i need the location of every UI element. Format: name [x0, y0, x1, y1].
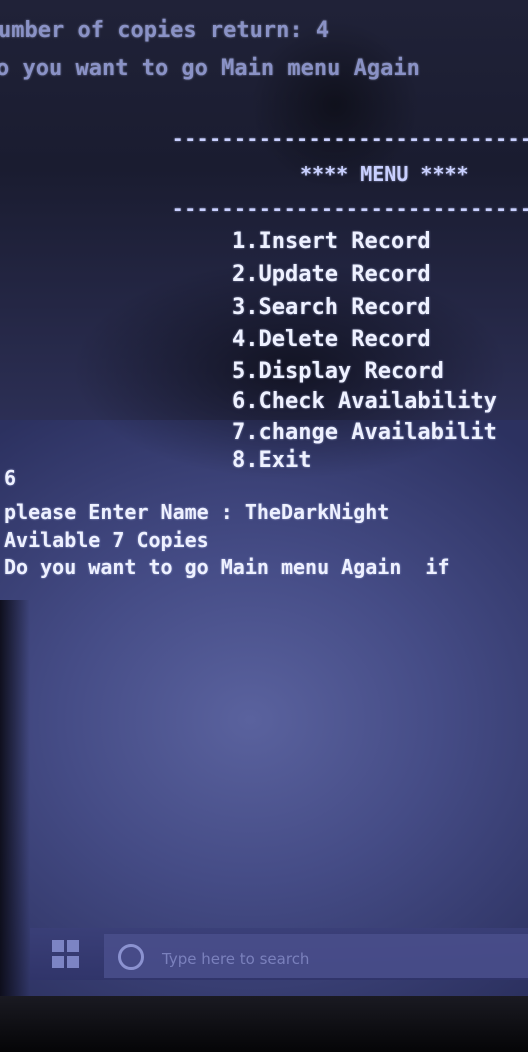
- taskbar-search-placeholder[interactable]: Type here to search: [162, 950, 309, 968]
- menu-item-check-availability: 6.Check Availability: [232, 389, 497, 414]
- menu-item-change-availability: 7.change Availabilit: [232, 420, 497, 445]
- menu-item-exit: 8.Exit: [232, 448, 312, 473]
- monitor-bezel: [0, 996, 528, 1052]
- prompt-enter-name: please Enter Name : TheDarkNight: [4, 500, 390, 524]
- menu-item-delete: 4.Delete Record: [232, 327, 431, 352]
- cortana-circle-icon[interactable]: [118, 944, 144, 970]
- menu-item-search: 3.Search Record: [232, 295, 431, 320]
- console-window: umber of copies return: 4 o you want to …: [0, 0, 528, 1000]
- console-line-copies-return: umber of copies return: 4: [0, 18, 330, 43]
- console-output: umber of copies return: 4 o you want to …: [0, 0, 528, 579]
- menu-item-update: 2.Update Record: [232, 262, 431, 287]
- console-line-main-menu-prompt-prev: o you want to go Main menu Again: [0, 56, 420, 81]
- prompt-main-menu-again: Do you want to go Main menu Again if: [4, 555, 450, 579]
- input-choice: 6: [4, 466, 17, 490]
- menu-divider-top: ------------------------------: [172, 128, 528, 150]
- monitor: umber of copies return: 4 o you want to …: [0, 0, 528, 1052]
- menu-title: **** MENU ****: [300, 162, 469, 186]
- availability-result: Avilable 7 Copies: [4, 528, 209, 552]
- windows-start-icon[interactable]: [52, 940, 80, 968]
- menu-item-insert: 1.Insert Record: [232, 229, 431, 254]
- menu-divider-bottom: --------------------------------: [172, 198, 528, 220]
- menu-item-display: 5.Display Record: [232, 359, 444, 384]
